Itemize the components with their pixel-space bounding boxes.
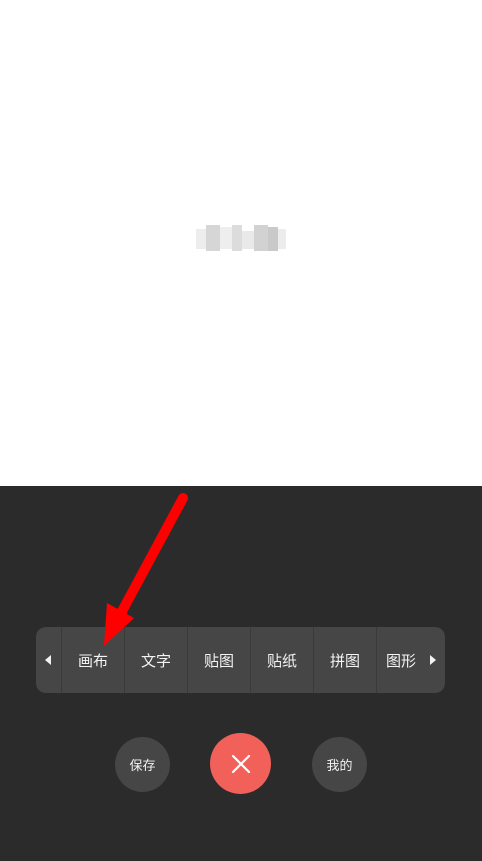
close-icon xyxy=(231,754,250,773)
tab-shape[interactable]: 图形 xyxy=(376,627,416,693)
mine-button[interactable]: 我的 xyxy=(312,737,367,792)
scroll-left-button[interactable] xyxy=(36,627,60,693)
blurred-pixel-graphic xyxy=(196,225,288,253)
tool-tab-bar: 画布 文字 贴图 贴纸 拼图 图形 xyxy=(36,627,445,693)
tab-text[interactable]: 文字 xyxy=(124,627,187,693)
tool-tabs: 画布 文字 贴图 贴纸 拼图 图形 xyxy=(61,627,420,693)
scroll-right-button[interactable] xyxy=(421,627,445,693)
tab-canvas[interactable]: 画布 xyxy=(61,627,124,693)
close-button[interactable] xyxy=(210,733,271,794)
save-button[interactable]: 保存 xyxy=(115,737,170,792)
triangle-right-icon xyxy=(430,655,436,665)
tab-paste-image[interactable]: 贴图 xyxy=(187,627,250,693)
tab-sticker[interactable]: 贴纸 xyxy=(250,627,313,693)
tab-collage[interactable]: 拼图 xyxy=(313,627,376,693)
triangle-left-icon xyxy=(45,655,51,665)
canvas-area[interactable] xyxy=(0,0,482,486)
